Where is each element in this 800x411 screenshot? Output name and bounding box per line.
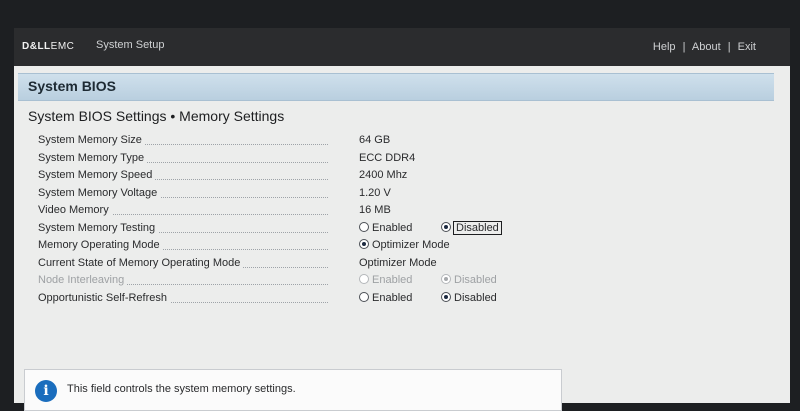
exit-link[interactable]: Exit (738, 41, 756, 53)
radio-button-icon (359, 291, 369, 302)
setting-label: System Memory Testing (38, 221, 159, 234)
radio-enabled[interactable]: Enabled (359, 291, 412, 304)
setting-value: 2400 Mhz (359, 169, 408, 181)
setting-row-system-memory-type: System Memory Type ECC DDR4 (38, 150, 778, 168)
setting-row-system-memory-testing: System Memory Testing Enabled Disabled (38, 220, 778, 238)
radio-button-icon (441, 221, 451, 232)
setting-label: Node Interleaving (38, 274, 128, 286)
page-title: System BIOS Settings • Memory Settings (28, 108, 285, 124)
setting-label: Current State of Memory Operating Mode (38, 256, 244, 269)
about-link[interactable]: About (692, 41, 721, 53)
setting-row-system-memory-speed: System Memory Speed 2400 Mhz (38, 167, 778, 185)
setting-label: Video Memory (38, 204, 112, 216)
info-icon: i (35, 380, 57, 402)
help-message: This field controls the system memory se… (67, 383, 296, 395)
radio-button-icon (359, 239, 369, 249)
section-title: System BIOS (28, 78, 116, 94)
setting-value: Optimizer Mode (359, 256, 437, 269)
section-header: System BIOS (18, 73, 774, 101)
setting-label: Memory Operating Mode (38, 239, 163, 251)
help-link[interactable]: Help (653, 41, 676, 53)
link-separator: | (727, 41, 731, 53)
setting-value: ECC DDR4 (359, 151, 416, 164)
top-bar: D&LLEMC System Setup Help | About | Exit (14, 28, 790, 66)
setting-label: Opportunistic Self-Refresh (38, 291, 170, 304)
radio-button-icon (441, 274, 451, 284)
bios-screen: D&LLEMC System Setup Help | About | Exit… (14, 28, 790, 411)
setting-row-system-memory-voltage: System Memory Voltage 1.20 V (38, 185, 778, 203)
logo-emc-text: EMC (50, 41, 75, 52)
radio-enabled: Enabled (359, 274, 412, 286)
radio-disabled[interactable]: Disabled (441, 220, 502, 235)
setting-label: System Memory Speed (38, 169, 156, 181)
setting-label: System Memory Size (38, 134, 145, 146)
dell-emc-logo: D&LLEMC (22, 41, 74, 52)
app-title: System Setup (96, 39, 165, 51)
radio-button-icon (359, 221, 369, 232)
setting-label: System Memory Type (38, 151, 148, 164)
logo-main-text: D&LL (22, 41, 51, 52)
setting-value: 64 GB (359, 134, 391, 146)
setting-label: System Memory Voltage (38, 186, 161, 199)
setting-row-video-memory: Video Memory 16 MB (38, 202, 778, 220)
radio-disabled[interactable]: Disabled (441, 291, 497, 304)
radio-disabled: Disabled (441, 274, 497, 286)
setting-row-opportunistic-self-refresh: Opportunistic Self-Refresh Enabled Disab… (38, 290, 778, 308)
help-panel: i This field controls the system memory … (24, 369, 562, 411)
setting-row-node-interleaving: Node Interleaving Enabled Disabled (38, 272, 778, 290)
header-links: Help | About | Exit (653, 41, 756, 53)
radio-button-icon (359, 274, 369, 284)
radio-enabled[interactable]: Enabled (359, 221, 412, 234)
setting-row-system-memory-size: System Memory Size 64 GB (38, 132, 778, 150)
link-separator: | (682, 41, 686, 53)
radio-optimizer-mode[interactable]: Optimizer Mode (359, 239, 450, 251)
settings-list: System Memory Size 64 GB System Memory T… (38, 132, 778, 307)
setting-value: 1.20 V (359, 186, 391, 199)
setting-row-current-state-memory-operating-mode: Current State of Memory Operating Mode O… (38, 255, 778, 273)
setting-value: 16 MB (359, 204, 391, 216)
radio-button-icon (441, 291, 451, 302)
setting-row-memory-operating-mode: Memory Operating Mode Optimizer Mode (38, 237, 778, 255)
